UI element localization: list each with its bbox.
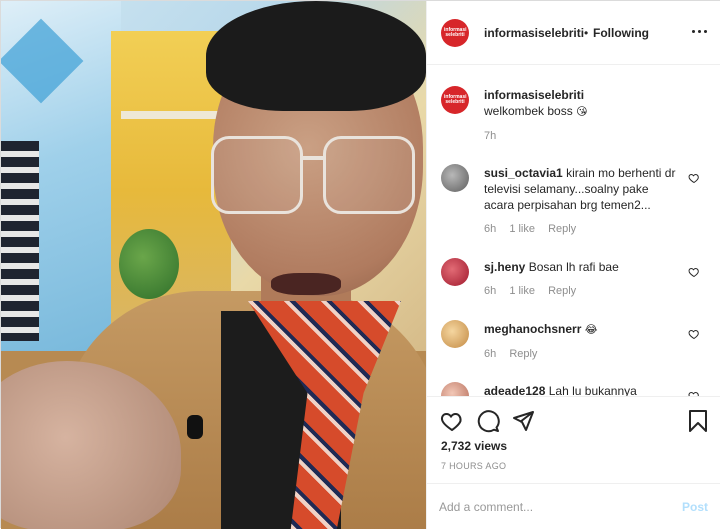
- person-hair: [206, 1, 426, 111]
- kiss-emoji: 😘: [576, 105, 588, 118]
- header-separator: •: [584, 26, 589, 40]
- avatar[interactable]: [441, 320, 469, 348]
- background-sign: [1, 141, 39, 341]
- post-timestamp[interactable]: 7 HOURS AGO: [441, 461, 506, 471]
- person-mouth: [271, 273, 341, 295]
- caption-time[interactable]: 7h: [484, 130, 496, 142]
- bookmark-icon[interactable]: [686, 409, 710, 433]
- comment-time[interactable]: 6h: [484, 348, 496, 360]
- comment-input[interactable]: [439, 498, 669, 516]
- comment-time[interactable]: 6h: [484, 223, 496, 235]
- comment-username[interactable]: meghanochsnerr: [484, 322, 581, 336]
- background-plant: [119, 229, 179, 299]
- comment-time[interactable]: 6h: [484, 285, 496, 297]
- avatar[interactable]: [441, 164, 469, 192]
- video-media[interactable]: [1, 1, 426, 529]
- reply-button[interactable]: Reply: [509, 348, 537, 360]
- comment-text: Bosan lh rafi bae: [528, 260, 619, 274]
- avatar-logo-text: informasi selebriti: [444, 94, 467, 105]
- views-count[interactable]: 2,732 views: [441, 439, 507, 453]
- comment-username[interactable]: susi_octavia1: [484, 166, 563, 180]
- share-icon[interactable]: [511, 409, 535, 433]
- comment-username[interactable]: adeade128: [484, 384, 545, 396]
- heart-icon[interactable]: [440, 409, 464, 433]
- avatar[interactable]: informasi selebriti: [441, 86, 469, 114]
- post-button[interactable]: Post: [682, 500, 708, 514]
- avatar-logo-text: informasi selebriti: [444, 27, 467, 38]
- instagram-post-window: informasi selebriti informasiselebriti •…: [0, 0, 720, 529]
- reply-button[interactable]: Reply: [548, 223, 576, 235]
- header-username[interactable]: informasiselebriti: [484, 26, 584, 40]
- comment-text: Lah lu bukannya: [548, 384, 637, 396]
- following-button[interactable]: Following: [593, 26, 649, 40]
- post-sidebar: informasi selebriti informasiselebriti •…: [426, 1, 720, 529]
- lapel-microphone: [187, 415, 203, 439]
- comment-username[interactable]: sj.heny: [484, 260, 525, 274]
- comment-icon[interactable]: [476, 409, 500, 433]
- comment-likes[interactable]: 1 like: [509, 223, 535, 235]
- add-comment-bar: Post: [427, 483, 720, 529]
- person-glasses: [211, 136, 421, 216]
- heart-icon[interactable]: [688, 266, 700, 278]
- caption-username[interactable]: informasiselebriti: [484, 87, 679, 103]
- comments-list[interactable]: informasi selebriti informasiselebriti w…: [427, 65, 720, 396]
- post-actions: 2,732 views 7 HOURS AGO: [427, 396, 720, 492]
- heart-icon[interactable]: [688, 172, 700, 184]
- laughing-emoji: 😂: [584, 323, 598, 336]
- reply-button[interactable]: Reply: [548, 285, 576, 297]
- avatar[interactable]: informasi selebriti: [441, 19, 469, 47]
- avatar[interactable]: [441, 382, 469, 396]
- comment-likes[interactable]: 1 like: [509, 285, 535, 297]
- background-shelf: [121, 111, 221, 119]
- post-header: informasi selebriti informasiselebriti •…: [427, 1, 720, 65]
- avatar[interactable]: [441, 258, 469, 286]
- heart-icon[interactable]: [688, 328, 700, 340]
- caption-text: welkombek boss: [484, 104, 573, 118]
- more-options-icon[interactable]: [690, 21, 710, 41]
